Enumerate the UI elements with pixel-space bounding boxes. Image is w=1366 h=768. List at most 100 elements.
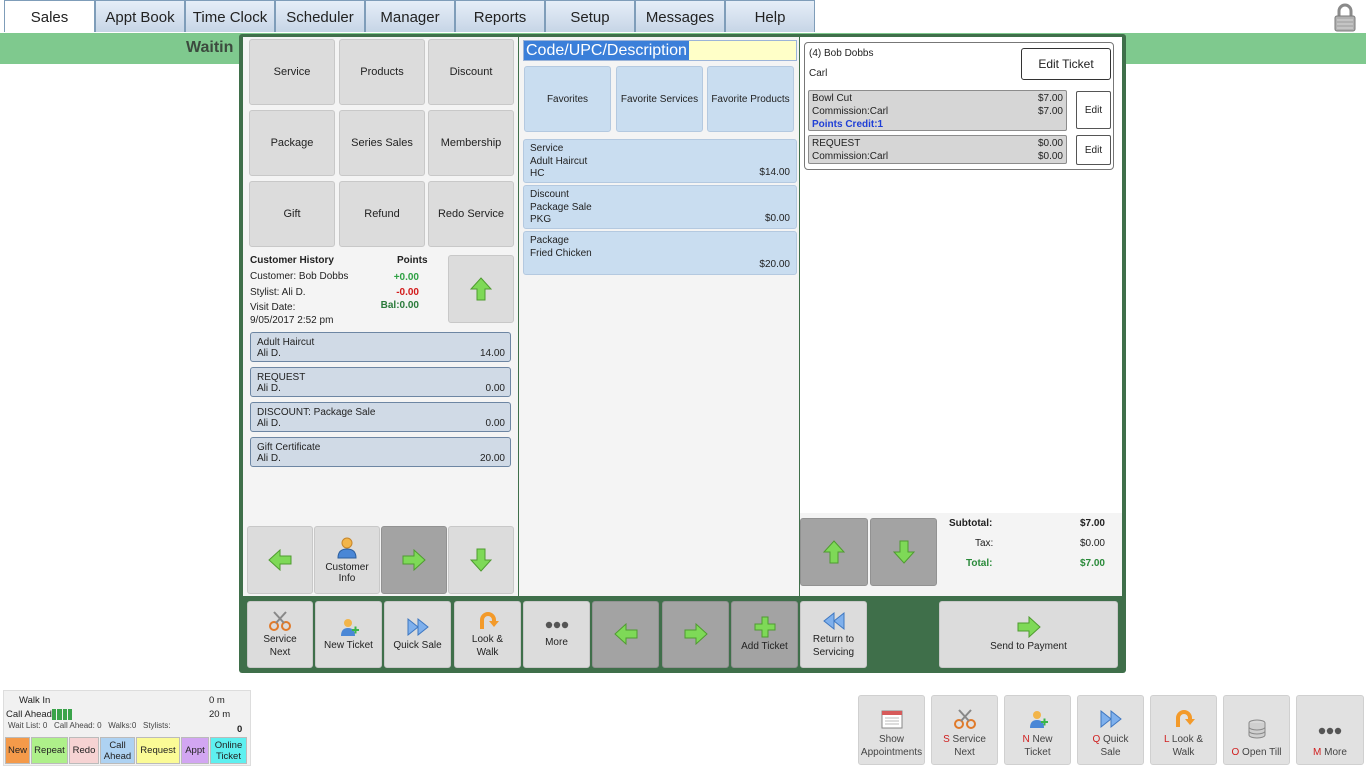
customer-info-button[interactable]: Customer Info [314,526,380,594]
favorite-services-button[interactable]: Favorite Services [616,66,703,132]
category-discount-button[interactable]: Discount [428,39,514,105]
tab-reports[interactable]: Reports [455,0,545,32]
calendar-icon [881,710,902,729]
service-next-label: Service Next [263,633,297,658]
category-package-button[interactable]: Package [249,110,335,176]
line-edit-button[interactable]: Edit [1076,135,1111,165]
history-item-name: DISCOUNT: Package Sale [257,407,376,418]
item-fried-chicken[interactable]: Package Fried Chicken $20.00 [523,231,797,275]
waiting-label: Waitin [186,39,234,56]
shortcut-key: Q [1092,734,1101,745]
open-till-button[interactable]: O Open Till [1223,695,1290,765]
new-ticket-button[interactable]: New Ticket [315,601,382,668]
more-label: More [545,637,568,648]
item-price: $14.00 [759,166,790,178]
category-series-sales-button[interactable]: Series Sales [339,110,425,176]
quick-look-walk-button[interactable]: L Look & Walk [1150,695,1217,765]
quick-more-label: More [1324,747,1347,758]
category-products-button[interactable]: Products [339,39,425,105]
return-to-servicing-label: Return to Servicing [812,633,855,658]
quick-sale-button[interactable]: Quick Sale [384,601,451,668]
points-plus: +0.00 [393,272,419,283]
arrow-right-icon [1017,616,1041,638]
quick-more-button[interactable]: M More [1296,695,1364,765]
tab-messages[interactable]: Messages [635,0,725,32]
item-type: Discount [530,189,569,200]
shortcut-key: M [1313,747,1322,758]
line-points: Points Credit:1 [812,119,884,130]
ticket-line[interactable]: REQUEST Commission:Carl $0.00 $0.00 [808,135,1067,164]
history-scroll-down-button[interactable] [448,526,514,594]
category-refund-button[interactable]: Refund [339,181,425,247]
lock-icon[interactable] [1330,2,1360,32]
arrow-up-icon [470,277,492,301]
tab-help[interactable]: Help [725,0,815,32]
tab-scheduler[interactable]: Scheduler [275,0,365,32]
walk-in-time: 0 m [209,695,225,706]
ticket-scroll-up-button[interactable] [800,518,868,586]
favorite-products-button[interactable]: Favorite Products [707,66,794,132]
item-adult-haircut[interactable]: Service Adult Haircut HC $14.00 [523,139,797,183]
tab-appt-book[interactable]: Appt Book [95,0,185,32]
ticket-scroll-down-button[interactable] [870,518,937,586]
search-input-value: Code/UPC/Description [524,41,689,60]
legend-online-ticket: Online Ticket [210,737,247,764]
line-commission-amount: $7.00 [1037,106,1063,117]
line-name: REQUEST [812,138,861,149]
add-ticket-button[interactable]: Add Ticket [731,601,798,668]
next-page-button[interactable] [662,601,729,668]
item-package-sale[interactable]: Discount Package Sale PKG $0.00 [523,185,797,229]
item-price: $0.00 [764,212,790,224]
customer-history-title: Customer History [250,255,334,266]
history-next-button[interactable] [381,526,447,594]
history-item[interactable]: Gift Certificate Ali D. 20.00 [250,437,511,467]
history-item[interactable]: Adult Haircut Ali D. 14.00 [250,332,511,362]
send-to-payment-label: Send to Payment [990,641,1067,652]
send-to-payment-button[interactable]: Send to Payment [939,601,1118,668]
prev-page-button[interactable] [592,601,659,668]
call-ahead-bar [52,709,72,720]
category-service-button[interactable]: Service [249,39,335,105]
category-gift-button[interactable]: Gift [249,181,335,247]
history-prev-button[interactable] [247,526,313,594]
line-commission: Commission:Carl [812,106,889,117]
open-till-label: Open Till [1242,747,1282,758]
item-name: Package Sale [530,201,592,213]
shortcut-key: S [943,734,950,745]
tab-sales[interactable]: Sales [4,0,95,32]
tab-time-clock[interactable]: Time Clock [185,0,275,32]
total-value: $7.00 [1079,558,1105,569]
history-scroll-up-button[interactable] [448,255,514,323]
more-icon [545,621,568,629]
service-next-button[interactable]: Service Next [247,601,313,668]
add-ticket-label: Add Ticket [741,641,788,652]
arrow-down-icon [892,540,915,564]
quick-sale-shortcut-button[interactable]: Q Quick Sale [1077,695,1144,765]
favorites-button[interactable]: Favorites [524,66,611,132]
quick-new-ticket-button[interactable]: N New Ticket [1004,695,1071,765]
category-membership-button[interactable]: Membership [428,110,514,176]
ticket-line[interactable]: Bowl Cut Commission:Carl Points Credit:1… [808,90,1067,131]
tab-manager[interactable]: Manager [365,0,455,32]
quick-service-next-button[interactable]: S Service Next [931,695,998,765]
line-edit-button[interactable]: Edit [1076,91,1111,129]
history-item[interactable]: REQUEST Ali D. 0.00 [250,367,511,397]
item-type: Package [530,235,569,246]
look-walk-button[interactable]: Look & Walk [454,601,521,668]
history-item-stylist: Ali D. [257,383,281,394]
look-walk-icon [1175,710,1195,727]
tab-setup[interactable]: Setup [545,0,635,32]
more-button[interactable]: More [523,601,590,668]
history-item[interactable]: DISCOUNT: Package Sale Ali D. 0.00 [250,402,511,432]
history-item-amount: 20.00 [479,453,505,464]
category-redo-service-button[interactable]: Redo Service [428,181,514,247]
show-appointments-button[interactable]: Show Appointments [858,695,925,765]
edit-ticket-button[interactable]: Edit Ticket [1021,48,1111,80]
scissors-icon [953,709,976,729]
history-item-stylist: Ali D. [257,453,281,464]
rewind-icon [822,611,844,630]
history-item-name: Adult Haircut [257,337,315,348]
item-code: HC [530,168,545,179]
points-header: Points [397,255,428,266]
return-to-servicing-button[interactable]: Return to Servicing [800,601,867,668]
